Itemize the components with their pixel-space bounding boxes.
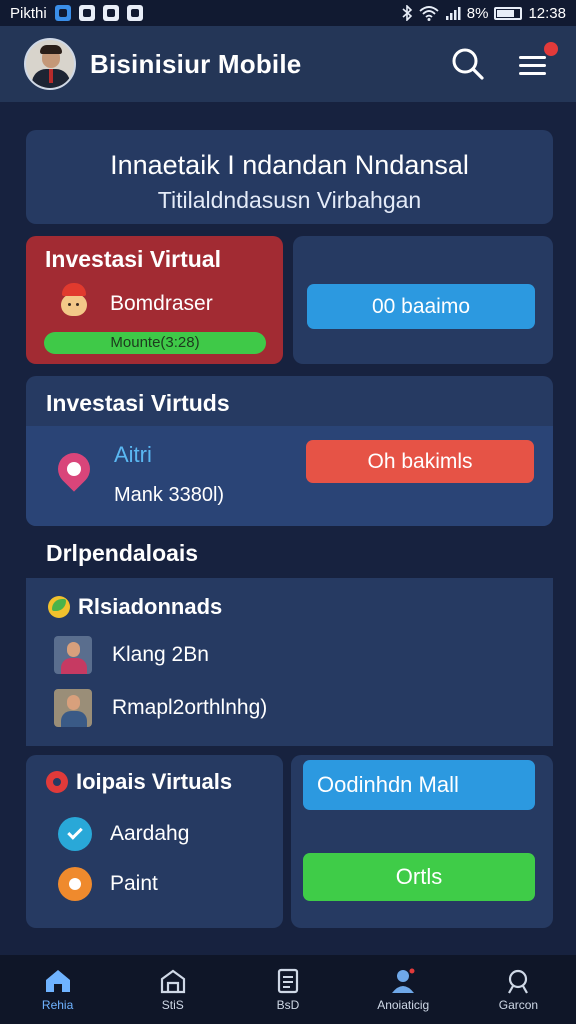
investment-value: Mank 3380l)	[114, 484, 225, 506]
headline-subtitle: Titilaldndasusn Virbahgan	[157, 187, 422, 213]
notification-dot	[544, 42, 558, 56]
featured-investment-card[interactable]: Investasi Virtual Bomdraser Mounte(3:28)	[26, 236, 283, 364]
mascot-icon	[58, 283, 88, 321]
nav-home[interactable]: Rehia	[0, 955, 115, 1024]
nav-store-label: StiS	[161, 997, 184, 1012]
virtual-list-item[interactable]: Paint	[58, 867, 158, 901]
virtual-list-item-label: Aardahg	[110, 822, 190, 845]
status-time: 12:38	[528, 4, 566, 22]
menu-button[interactable]	[516, 42, 558, 82]
featured-action-button[interactable]: 00 baaimo	[307, 284, 535, 329]
avatar[interactable]	[24, 38, 76, 90]
virtual-list-title-label: Ioipais Virtuals	[76, 769, 233, 794]
app-title: Bisinisiur Mobile	[90, 48, 302, 79]
list-header-label: Rlsiadonnads	[78, 594, 223, 619]
battery-percent: 8%	[466, 4, 489, 22]
list-item[interactable]: Rmapl2orthlnhg)	[54, 689, 267, 727]
investment-item[interactable]: Aitri Mank 3380l) Oh bakimls	[26, 426, 553, 526]
check-icon	[58, 817, 92, 851]
investment-card: Investasi Virtuds Aitri Mank 3380l) Oh b…	[26, 376, 553, 526]
signal-icon	[445, 7, 461, 20]
headline-card: Innaetaik I ndandan Nndansal Titilaldnda…	[26, 130, 553, 224]
nav-store[interactable]: StiS	[115, 955, 230, 1024]
app-bar-actions	[450, 42, 558, 82]
bluetooth-icon	[402, 5, 412, 21]
nav-document-label: BsD	[276, 997, 300, 1012]
carrier-label: Pikthi	[10, 4, 47, 22]
orders-button[interactable]: Ortls	[303, 853, 535, 901]
nav-profile-label: Anoiaticig	[377, 997, 430, 1012]
list-header: Rlsiadonnads	[48, 594, 222, 620]
list-item[interactable]: Klang 2Bn	[54, 636, 209, 674]
document-icon	[277, 968, 299, 993]
headline-title: Innaetaik I ndandan Nndansal	[110, 150, 469, 180]
featured-title: Investasi Virtual	[45, 246, 221, 272]
profile-icon	[392, 968, 415, 993]
section-title: Drlpendaloais	[46, 540, 199, 566]
featured-action-card: 00 baaimo	[293, 236, 553, 364]
investment-name: Aitri	[114, 442, 152, 467]
virtual-list-card: Ioipais Virtuals Aardahg Paint	[26, 755, 283, 928]
status-bar-left: Pikthi	[10, 5, 143, 22]
list-item-label: Klang 2Bn	[112, 643, 209, 666]
battery-icon	[494, 6, 523, 20]
link-notification-icon	[78, 5, 95, 21]
battery-level	[497, 9, 515, 17]
investment-action-button[interactable]: Oh bakimls	[306, 440, 534, 483]
photo-notification-icon	[102, 5, 119, 21]
featured-status-pill: Mounte(3:28)	[44, 332, 266, 354]
featured-item-label: Bomdraser	[110, 292, 213, 315]
nav-settings[interactable]: Garcon	[461, 955, 576, 1024]
bottom-navigation: Rehia StiS BsD Anoiaticig Garcon	[0, 955, 576, 1024]
nav-home-label: Rehia	[41, 997, 74, 1012]
nav-document[interactable]: BsD	[230, 955, 345, 1024]
nav-settings-label: Garcon	[498, 997, 539, 1012]
nav-profile[interactable]: Anoiaticig	[346, 955, 461, 1024]
virtual-list-title: Ioipais Virtuals	[46, 769, 232, 795]
list-item-label: Rmapl2orthlnhg)	[112, 696, 268, 719]
search-button[interactable]	[450, 46, 486, 82]
thumbnail-image	[54, 689, 92, 727]
store-icon	[160, 969, 185, 993]
flower-icon	[46, 771, 68, 793]
status-bar-right: 8% 12:38	[401, 5, 566, 22]
leaf-icon	[48, 596, 70, 618]
virtual-list-item-label: Paint	[110, 872, 158, 895]
settings-icon	[508, 969, 529, 994]
virtual-list-item[interactable]: Aardahg	[58, 817, 189, 851]
home-icon	[45, 969, 70, 992]
app-bar: Bisinisiur Mobile	[0, 26, 576, 102]
status-bar: Pikthi 8% 12:38	[0, 0, 576, 26]
search-icon	[452, 48, 484, 80]
thumbnail-image	[54, 636, 92, 674]
app-notification-icon	[54, 5, 71, 21]
heart-icon	[58, 867, 92, 901]
investment-title: Investasi Virtuds	[46, 390, 230, 416]
actions-card: Oodinhdn Mall Ortls	[291, 755, 553, 928]
mall-button[interactable]: Oodinhdn Mall	[303, 760, 535, 810]
wifi-icon	[419, 6, 439, 21]
list-card: Rlsiadonnads Klang 2Bn Rmapl2orthlnhg)	[26, 578, 553, 746]
camera-notification-icon	[126, 5, 143, 21]
location-pin-icon	[51, 446, 97, 495]
